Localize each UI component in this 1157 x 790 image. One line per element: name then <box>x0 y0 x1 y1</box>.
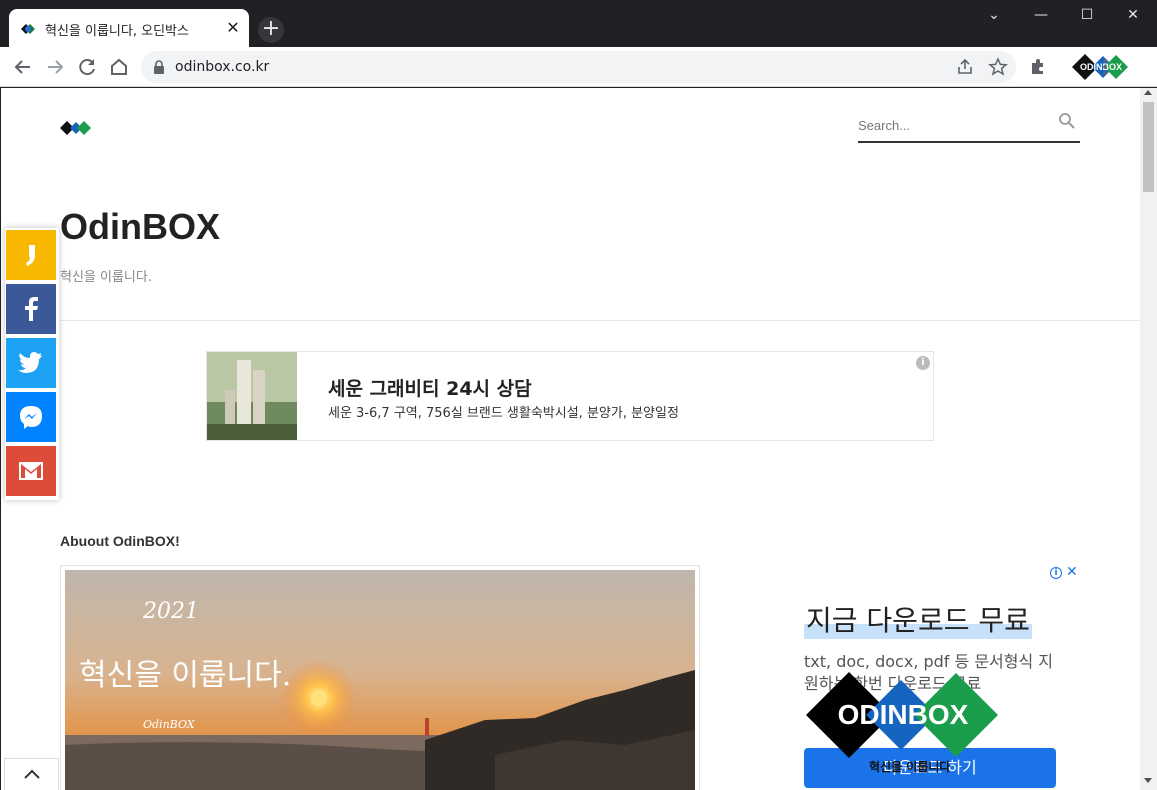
facebook-icon <box>25 297 38 321</box>
url-text[interactable]: odinbox.co.kr <box>175 59 269 75</box>
side-ad-headline[interactable]: 지금 다운로드 무료 <box>804 599 1032 639</box>
sunset-sea-image[interactable]: 2021 혁신을 이룹니다. OdinBOX <box>65 570 695 790</box>
svg-text:2021: 2021 <box>142 599 199 624</box>
about-heading: Abuout OdinBOX! <box>60 533 180 549</box>
twitter-icon <box>18 352 42 373</box>
ad-description[interactable]: 세운 3-6,7 구역, 756실 브랜드 생활숙박시설, 분양가, 분양일정 <box>328 402 679 421</box>
messenger-icon <box>20 406 42 429</box>
scroll-up-arrow-icon[interactable] <box>1144 90 1152 95</box>
menu-kebab-icon[interactable] <box>1100 56 1110 78</box>
header-divider <box>60 320 1140 321</box>
gmail-share-button[interactable] <box>6 446 56 496</box>
page-scrollbar[interactable] <box>1140 88 1157 790</box>
ad-title[interactable]: 세운 그래비티 24시 상담 <box>328 374 532 401</box>
search-input[interactable] <box>858 114 1048 136</box>
back-to-top-button[interactable] <box>4 758 59 790</box>
maximize-button[interactable]: ☐ <box>1064 0 1110 30</box>
svg-text:OdinBOX: OdinBOX <box>143 718 196 731</box>
minimize-button[interactable]: — <box>1018 0 1064 30</box>
site-tagline: 혁신을 이룹니다. <box>60 270 152 285</box>
scroll-down-arrow-icon[interactable] <box>1144 778 1152 783</box>
gmail-icon <box>19 462 43 480</box>
chevron-up-icon <box>24 769 40 779</box>
ad-choices-icon[interactable]: i <box>1050 567 1062 579</box>
extensions-puzzle-icon[interactable] <box>1028 57 1048 77</box>
odinbox-overlay-logo: ODINBOX <box>806 672 998 758</box>
share-icon[interactable] <box>956 58 974 76</box>
forward-arrow-icon[interactable] <box>41 53 69 81</box>
home-icon[interactable] <box>105 53 133 81</box>
search-box <box>858 108 1080 143</box>
messenger-share-button[interactable] <box>6 392 56 442</box>
twitter-share-button[interactable] <box>6 338 56 388</box>
svg-text:혁신을 이룹니다.: 혁신을 이룹니다. <box>79 658 291 693</box>
page-viewport: OdinBOX 혁신을 이룹니다. 세운 그래비티 24시 상담 세운 3-6,… <box>1 88 1140 790</box>
odinbox-favicon-icon <box>21 24 35 34</box>
kakao-story-icon <box>26 245 35 266</box>
reload-icon[interactable] <box>73 53 101 81</box>
kakao-story-share-button[interactable] <box>6 230 56 280</box>
featured-image-frame: 2021 혁신을 이룹니다. OdinBOX <box>60 565 700 790</box>
close-window-button[interactable]: ✕ <box>1110 0 1156 30</box>
site-logo[interactable] <box>59 118 93 138</box>
scrollbar-thumb[interactable] <box>1143 102 1154 192</box>
overlay-caption: 혁신을 이룹니다 <box>869 760 951 774</box>
browser-titlebar: 혁신을 이룹니다, 오딘박스 ✕ + ⌄ — ☐ ✕ <box>0 0 1157 47</box>
ad-close-icon[interactable]: ✕ <box>1066 564 1078 580</box>
share-bar <box>5 228 59 500</box>
ad-info-icon[interactable]: i <box>916 356 930 370</box>
search-icon[interactable] <box>1058 112 1076 130</box>
tab-title: 혁신을 이룹니다, 오딘박스 <box>45 24 189 39</box>
svg-text:ODINBOX: ODINBOX <box>838 699 969 730</box>
back-arrow-icon[interactable] <box>9 53 37 81</box>
ad-banner[interactable]: 세운 그래비티 24시 상담 세운 3-6,7 구역, 756실 브랜드 생활숙… <box>206 351 934 441</box>
site-title[interactable]: OdinBOX <box>60 206 220 248</box>
facebook-share-button[interactable] <box>6 284 56 334</box>
browser-tab[interactable]: 혁신을 이룹니다, 오딘박스 ✕ <box>9 9 249 47</box>
browser-toolbar: odinbox.co.kr ODINBOX <box>0 47 1157 87</box>
new-tab-button[interactable]: + <box>258 17 284 43</box>
tab-search-icon[interactable]: ⌄ <box>971 0 1017 30</box>
tab-close-icon[interactable]: ✕ <box>225 19 241 37</box>
ad-building-image[interactable] <box>207 352 297 440</box>
address-bar[interactable]: odinbox.co.kr <box>141 51 1016 83</box>
lock-icon[interactable] <box>153 60 165 74</box>
bookmark-star-icon[interactable] <box>988 57 1008 77</box>
